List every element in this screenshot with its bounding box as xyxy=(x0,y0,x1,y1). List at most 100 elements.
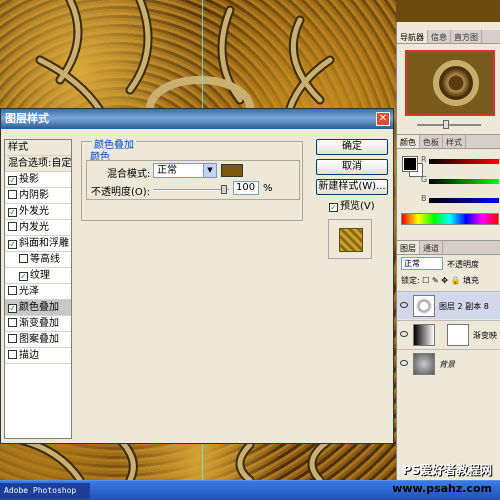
layer-name: 图层 2 副本 8 xyxy=(439,302,489,311)
close-icon[interactable]: ✕ xyxy=(376,112,390,126)
style-item-texture[interactable]: 纹理 xyxy=(5,268,71,284)
style-item-outer-glow[interactable]: 外发光 xyxy=(5,204,71,220)
style-item-inner-shadow[interactable]: 内阴影 xyxy=(5,188,71,204)
blend-mode-value: 正常 xyxy=(157,165,177,176)
tab-histogram[interactable]: 直方图 xyxy=(451,30,482,43)
dialog-title[interactable]: 图层样式 xyxy=(1,109,393,129)
lock-row: 锁定: ☐ ✎ ✥ 🔒 填充 xyxy=(401,275,479,286)
style-item-gradient-overlay[interactable]: 渐变叠加 xyxy=(5,316,71,332)
preview-checkbox[interactable]: 预览(V) xyxy=(329,197,375,212)
layer-row[interactable]: 背景 xyxy=(397,349,500,377)
style-label: 光泽 xyxy=(19,286,39,297)
color-tabs: 颜色 色板 样式 xyxy=(397,135,500,149)
checkbox[interactable] xyxy=(329,203,338,212)
layer-style-dialog: 图层样式 ✕ 样式 混合选项:自定 投影 内阴影 外发光 内发光 斜面和浮雕 等… xyxy=(0,108,394,444)
tab-swatches[interactable]: 色板 xyxy=(420,135,443,148)
style-item-inner-glow[interactable]: 内发光 xyxy=(5,220,71,236)
checkbox[interactable] xyxy=(8,190,17,199)
color-panel: 颜色 色板 样式 R G B xyxy=(397,134,500,246)
checkbox[interactable] xyxy=(8,208,17,217)
checkbox[interactable] xyxy=(19,254,28,263)
lock-label: 锁定: xyxy=(401,276,420,285)
layer-blend-mode-select[interactable]: 正常 xyxy=(401,257,443,270)
foreground-color-swatch[interactable] xyxy=(402,156,418,172)
style-label: 渐变叠加 xyxy=(19,318,59,329)
checkbox[interactable] xyxy=(8,176,17,185)
layers-panel: 图层 通道 正常 不透明度 锁定: ☐ ✎ ✥ 🔒 填充 图层 2 副本 8 渐… xyxy=(397,240,500,480)
taskbar-photoshop-button[interactable]: Adobe Photoshop xyxy=(0,483,90,499)
color-spectrum-bar[interactable] xyxy=(401,213,499,225)
style-item-color-overlay[interactable]: 颜色叠加 xyxy=(5,300,71,316)
checkbox[interactable] xyxy=(8,240,17,249)
style-item-drop-shadow[interactable]: 投影 xyxy=(5,172,71,188)
new-style-button[interactable]: 新建样式(W)... xyxy=(316,179,388,195)
style-item-pattern-overlay[interactable]: 图案叠加 xyxy=(5,332,71,348)
tab-channels[interactable]: 通道 xyxy=(420,241,443,254)
style-label: 等高线 xyxy=(30,254,60,265)
layer-row[interactable]: 图层 2 副本 8 xyxy=(397,291,500,319)
layer-thumbnail xyxy=(413,324,435,346)
blue-slider[interactable] xyxy=(429,198,499,203)
checkbox[interactable] xyxy=(8,318,17,327)
checkbox[interactable] xyxy=(8,304,17,313)
navigator-thumbnail[interactable] xyxy=(405,50,495,116)
style-label: 描边 xyxy=(19,350,39,361)
opacity-label: 不透明度(O): xyxy=(91,187,151,198)
opacity-slider[interactable] xyxy=(153,185,229,195)
style-item-blending-options[interactable]: 混合选项:自定 xyxy=(5,156,71,172)
ok-button[interactable]: 确定 xyxy=(316,139,388,155)
tab-navigator[interactable]: 导航器 xyxy=(397,30,428,43)
style-item-stroke[interactable]: 描边 xyxy=(5,348,71,364)
layer-name: 背景 xyxy=(439,360,455,369)
checkbox[interactable] xyxy=(8,334,17,343)
eye-icon[interactable] xyxy=(400,302,408,308)
red-slider[interactable] xyxy=(429,159,499,164)
layers-tabs: 图层 通道 xyxy=(397,241,500,255)
style-label: 颜色叠加 xyxy=(19,302,59,313)
layer-mask-thumbnail xyxy=(447,324,469,346)
checkbox[interactable] xyxy=(8,222,17,231)
layer-opacity-label: 不透明度 xyxy=(447,260,479,269)
style-label: 混合选项:自定 xyxy=(8,158,72,169)
checkbox[interactable] xyxy=(19,272,28,281)
red-channel-label: R xyxy=(421,155,427,164)
checkbox[interactable] xyxy=(8,286,17,295)
zoom-slider[interactable] xyxy=(403,120,497,130)
tab-color[interactable]: 颜色 xyxy=(397,135,420,148)
green-slider[interactable] xyxy=(429,179,499,184)
styles-header[interactable]: 样式 xyxy=(5,140,71,156)
preview-thumbnail xyxy=(339,228,363,252)
lock-icons[interactable]: ☐ ✎ ✥ 🔒 xyxy=(422,276,463,285)
cancel-button[interactable]: 取消 xyxy=(316,159,388,175)
tab-info[interactable]: 信息 xyxy=(428,30,451,43)
layer-name: 渐变映 xyxy=(473,331,497,340)
layer-thumbnail xyxy=(413,353,435,375)
watermark-url: www.psahz.com xyxy=(392,482,492,495)
tab-styles[interactable]: 样式 xyxy=(443,135,466,148)
style-item-contour[interactable]: 等高线 xyxy=(5,252,71,268)
layer-row[interactable]: 渐变映 xyxy=(397,320,500,348)
color-overlay-group: 颜色叠加 颜色 混合模式: 正常 ▼ 不透明度(O): 100 % xyxy=(81,136,303,221)
opacity-knob[interactable] xyxy=(221,185,227,194)
navigator-panel: 导航器 信息 直方图 xyxy=(397,30,500,130)
tab-layers[interactable]: 图层 xyxy=(397,241,420,254)
overlay-color-swatch[interactable] xyxy=(221,164,243,177)
opacity-unit: % xyxy=(263,183,273,194)
opacity-input[interactable]: 100 xyxy=(233,181,259,195)
panel-dock: 导航器 信息 直方图 颜色 色板 样式 R G B 图层 通道 正常 不透明度 xyxy=(396,22,500,480)
chevron-down-icon[interactable]: ▼ xyxy=(203,164,216,177)
zoom-track xyxy=(417,124,481,126)
checkbox[interactable] xyxy=(8,350,17,359)
style-label: 外发光 xyxy=(19,206,49,217)
color-settings-box: 混合模式: 正常 ▼ 不透明度(O): 100 % xyxy=(86,160,300,200)
zoom-knob[interactable] xyxy=(443,120,449,129)
fill-label: 填充 xyxy=(462,276,479,285)
eye-icon[interactable] xyxy=(400,331,408,337)
style-item-satin[interactable]: 光泽 xyxy=(5,284,71,300)
navigator-tabs: 导航器 信息 直方图 xyxy=(397,30,500,44)
eye-icon[interactable] xyxy=(400,360,408,366)
style-item-bevel-emboss[interactable]: 斜面和浮雕 xyxy=(5,236,71,252)
style-preview xyxy=(328,219,372,259)
blend-mode-select[interactable]: 正常 ▼ xyxy=(153,163,217,178)
green-channel-label: G xyxy=(421,175,428,184)
